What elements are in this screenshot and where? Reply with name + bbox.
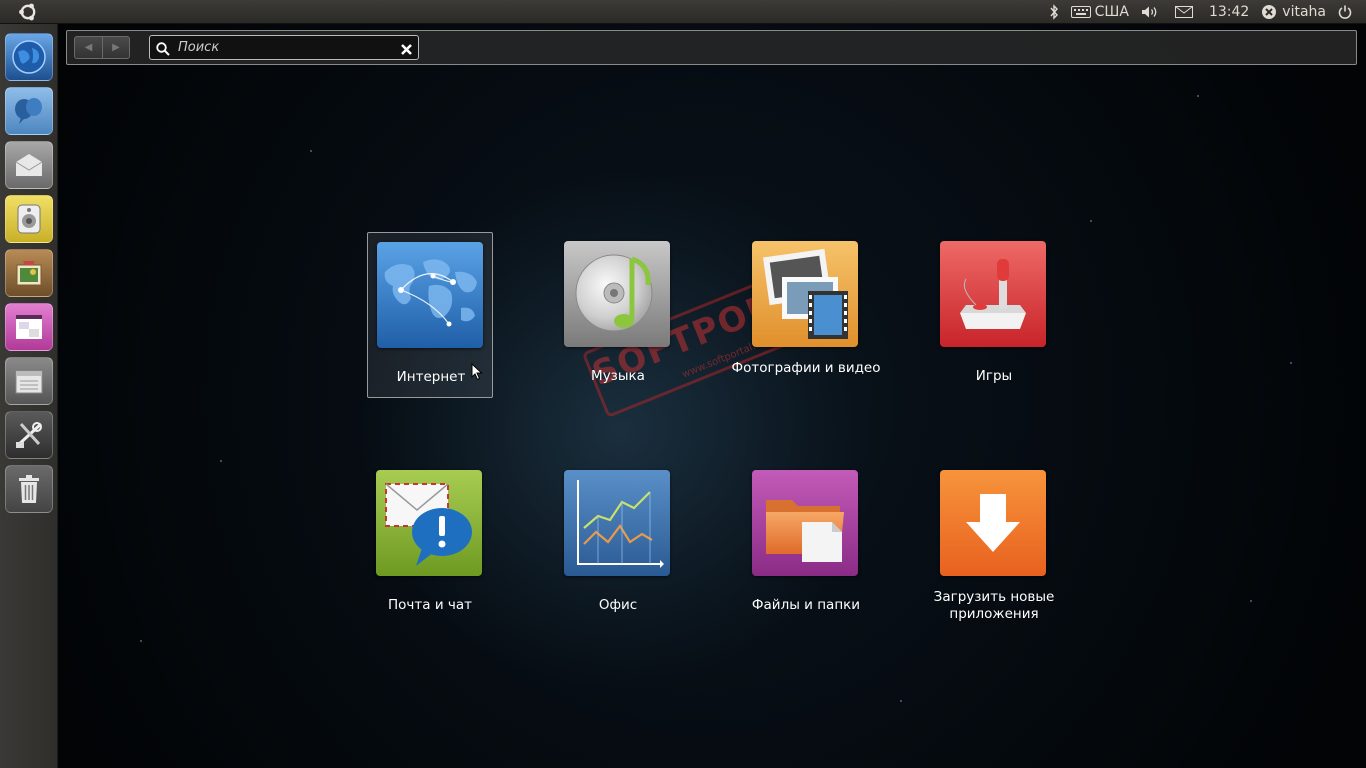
- category-music[interactable]: Музыка: [555, 232, 681, 398]
- category-label: Файлы и папки: [751, 597, 861, 613]
- file-cabinet-icon: [13, 367, 45, 395]
- arrow-left-icon: ◀: [84, 42, 93, 53]
- top-panel: США 13:42 vitaha: [0, 0, 1366, 24]
- search-box[interactable]: [149, 35, 419, 60]
- category-photos-video[interactable]: Фотографии и видео: [731, 232, 881, 398]
- star: [1090, 220, 1092, 222]
- trash-icon: [17, 474, 41, 504]
- keyboard-indicator[interactable]: США: [1065, 0, 1135, 24]
- globe-icon: [10, 38, 48, 76]
- search-icon: [156, 41, 170, 56]
- user-name-label: vitaha: [1282, 4, 1326, 20]
- launcher-item-shotwell[interactable]: [5, 249, 53, 297]
- dash-search-bar: ◀ ▶: [66, 30, 1357, 65]
- world-map-icon: [377, 242, 483, 348]
- star: [900, 700, 902, 702]
- tools-icon: [13, 420, 45, 450]
- launcher-item-files[interactable]: [5, 357, 53, 405]
- category-label: Музыка: [591, 368, 645, 384]
- mail-chat-icon: [376, 470, 482, 576]
- category-label: Почта и чат: [388, 597, 472, 613]
- indicator-area: США 13:42 vitaha: [1043, 0, 1358, 24]
- launcher-item-libreoffice[interactable]: [5, 303, 53, 351]
- chart-icon: [564, 470, 670, 576]
- star: [220, 460, 222, 462]
- launcher-item-trash[interactable]: [5, 465, 53, 513]
- bluetooth-indicator[interactable]: [1043, 0, 1065, 24]
- category-label: Офис: [598, 597, 638, 613]
- arrow-right-icon: ▶: [112, 42, 120, 53]
- launcher-item-software-center[interactable]: [5, 411, 53, 459]
- category-get-new-apps[interactable]: Загрузить новые приложения: [931, 461, 1057, 627]
- power-icon: [1338, 5, 1352, 19]
- back-button[interactable]: ◀: [75, 37, 102, 58]
- category-label: Загрузить новые приложения: [933, 589, 1055, 622]
- category-mail-chat[interactable]: Почта и чат: [367, 461, 493, 627]
- star: [310, 150, 312, 152]
- clock-label: 13:42: [1208, 4, 1250, 20]
- category-office[interactable]: Офис: [555, 461, 681, 627]
- category-label: Фотографии и видео: [731, 360, 881, 376]
- music-cd-icon: [564, 241, 670, 347]
- launcher-item-firefox[interactable]: [5, 33, 53, 81]
- user-indicator[interactable]: vitaha: [1255, 0, 1332, 24]
- star: [140, 640, 142, 642]
- user-status-icon: [1261, 4, 1277, 20]
- ubuntu-logo-icon[interactable]: [16, 2, 40, 22]
- category-files-folders[interactable]: Файлы и папки: [743, 461, 869, 627]
- photos-film-icon: [752, 241, 858, 347]
- joystick-icon: [940, 241, 1046, 347]
- launcher-item-evolution[interactable]: [5, 141, 53, 189]
- keyboard-icon: [1070, 6, 1091, 18]
- category-games[interactable]: Игры: [931, 232, 1057, 398]
- nav-buttons: ◀ ▶: [74, 36, 130, 59]
- star: [1250, 600, 1252, 602]
- launcher-item-empathy[interactable]: [5, 87, 53, 135]
- desktop: США 13:42 vitaha ◀ ▶ Поиск SOFTPORTAL ww…: [0, 0, 1366, 768]
- chat-bubbles-icon: [12, 96, 46, 126]
- forward-button[interactable]: ▶: [101, 37, 129, 58]
- envelope-icon: [14, 152, 44, 178]
- launcher: [0, 24, 58, 768]
- power-indicator[interactable]: [1332, 0, 1358, 24]
- clear-search-icon[interactable]: [400, 41, 413, 55]
- search-input[interactable]: [178, 40, 388, 55]
- star: [1197, 95, 1199, 97]
- bluetooth-icon: [1049, 4, 1059, 20]
- clock-indicator[interactable]: 13:42: [1203, 0, 1255, 24]
- speaker-icon: [16, 203, 42, 235]
- download-arrow-icon: [940, 470, 1046, 576]
- category-label: Игры: [975, 368, 1013, 384]
- mouse-cursor-icon: [471, 362, 483, 381]
- folder-icon: [752, 470, 858, 576]
- mail-indicator[interactable]: [1165, 0, 1203, 24]
- volume-icon: [1141, 5, 1159, 19]
- mail-icon: [1174, 6, 1193, 18]
- volume-indicator[interactable]: [1135, 0, 1165, 24]
- photo-icon: [13, 257, 45, 289]
- category-label: Интернет: [396, 369, 466, 385]
- launcher-item-rhythmbox[interactable]: [5, 195, 53, 243]
- keyboard-layout-label: США: [1094, 4, 1129, 20]
- star: [1290, 362, 1292, 364]
- office-icon: [13, 312, 45, 342]
